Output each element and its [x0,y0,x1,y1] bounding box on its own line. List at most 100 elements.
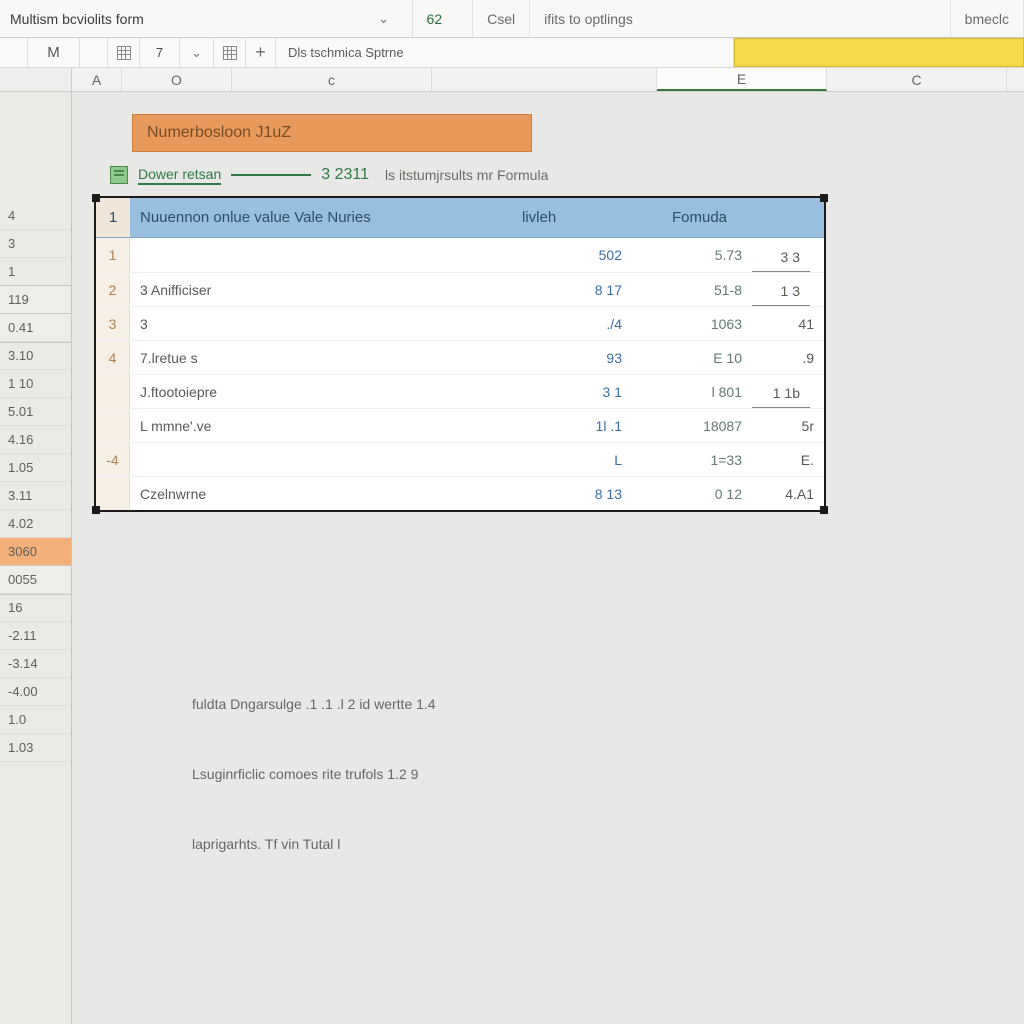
subsection-value: 3 2311 [321,166,369,184]
cell-value-c[interactable]: 8 13 [512,477,632,510]
name-box[interactable]: M [28,38,80,67]
cell-formula[interactable]: 5r [752,409,824,442]
cell-label[interactable] [130,238,512,272]
cell-index[interactable]: 3 [96,307,130,340]
formula-dropdown[interactable]: ⌄ [180,38,214,67]
col-header-A[interactable]: A [72,68,122,91]
cell-formula[interactable]: 4.A1 [752,477,824,510]
row-header[interactable]: 4.02 [0,510,71,538]
table-row[interactable]: -4 L1=33E. [96,442,824,476]
row-header[interactable]: 0.41 [0,314,71,342]
row-header[interactable]: 119 [0,286,71,314]
col-header-O[interactable]: O [122,68,232,91]
formula-bar: M 7 ⌄ + Dls tschmica Sptrne [0,38,1024,68]
cell-index[interactable] [96,409,130,442]
row-header[interactable]: 1.0 [0,706,71,734]
th-value[interactable]: livleh [512,198,662,237]
row-header[interactable]: -2.11 [0,622,71,650]
table-row[interactable]: Czelnwrne8 130 124.A1 [96,476,824,510]
row-header[interactable]: 5.01 [0,398,71,426]
history-button[interactable] [108,38,140,67]
cell-label[interactable]: 3 Anifficiser [130,273,512,306]
row-header[interactable]: -3.14 [0,650,71,678]
col-header-c[interactable]: c [232,68,432,91]
cell-value-d[interactable]: 1063 [632,307,752,340]
cell-label[interactable]: 3 [130,307,512,340]
cell-value-d[interactable]: 5.73 [632,238,752,272]
row-header[interactable]: 4 [0,202,71,230]
cell-value-c[interactable]: 93 [512,341,632,374]
table-row[interactable]: 47.lretue s93E 10.9 [96,340,824,374]
cell-value-c[interactable]: 1l .1 [512,409,632,442]
resize-handle-tr[interactable] [820,194,828,202]
resize-handle-tl[interactable] [92,194,100,202]
titlebar-csel[interactable]: Csel [473,0,530,37]
cell-value-d[interactable]: 51-8 [632,273,752,306]
th-formula[interactable]: Fomuda [662,198,824,237]
selected-table[interactable]: 1 Nuuennon onlue value Vale Nuries livle… [94,196,826,512]
row-header[interactable]: 1 [0,258,71,286]
cell-value-c[interactable]: 3 1 [512,375,632,408]
table-row[interactable]: L mmne'.ve1l .1180875r [96,408,824,442]
column-headers: A O c E C [0,68,1024,92]
col-header-blank[interactable] [432,68,657,91]
row-header[interactable]: 1 10 [0,370,71,398]
formula-input[interactable]: Dls tschmica Sptrne [276,38,734,67]
table-button[interactable] [214,38,246,67]
th-index[interactable]: 1 [96,198,130,237]
row-header[interactable]: 3 [0,230,71,258]
cell-index[interactable] [96,375,130,408]
row-header[interactable]: 16 [0,594,71,622]
cell-value-d[interactable]: 18087 [632,409,752,442]
cell-label[interactable]: J.ftootoiepre [130,375,512,408]
cell-value-c[interactable]: L [512,443,632,476]
cell-label[interactable] [130,443,512,476]
row-gutter-head[interactable] [0,68,72,91]
cell-formula[interactable]: 41 [752,307,824,340]
cell-formula[interactable]: .9 [752,341,824,374]
chevron-down-icon[interactable]: ⌄ [378,10,390,27]
cell-value-c[interactable]: ./4 [512,307,632,340]
row-header[interactable]: 4.16 [0,426,71,454]
cell-value-c[interactable]: 8 17 [512,273,632,306]
row-header[interactable]: 1.05 [0,454,71,482]
cell-index[interactable]: 2 [96,273,130,306]
doc-name-box[interactable]: Multism bcviolits form ⌄ [0,0,413,37]
row-header[interactable]: 3.11 [0,482,71,510]
cell-formula[interactable]: 1 1b [752,381,810,408]
col-header-C[interactable]: C [827,68,1007,91]
cell-label[interactable]: L mmne'.ve [130,409,512,442]
cell-formula[interactable]: 1 3 [752,279,810,306]
table-row[interactable]: 1 5025.733 3 [96,238,824,272]
table-row[interactable]: J.ftootoiepre3 1l 8011 1b [96,374,824,408]
cell-formula[interactable]: E. [752,443,824,476]
cell-index[interactable]: -4 [96,443,130,476]
row-header[interactable]: 1.03 [0,734,71,762]
cell-value-d[interactable]: 1=33 [632,443,752,476]
sheet-canvas[interactable]: Numerbosloon J1uZ Dower retsan 3 2311 ls… [72,92,1024,1024]
cell-value-d[interactable]: l 801 [632,375,752,408]
row-header[interactable]: 0055 [0,566,71,594]
cell-value-d[interactable]: E 10 [632,341,752,374]
select-all-corner[interactable] [0,38,28,67]
cell-index[interactable]: 4 [96,341,130,374]
table-row[interactable]: 33./4106341 [96,306,824,340]
col-header-E[interactable]: E [657,68,827,91]
add-button[interactable]: + [246,38,276,67]
row-header[interactable]: -4.00 [0,678,71,706]
row-header-highlight[interactable]: 3060 [0,538,71,566]
cell-index[interactable]: 1 [96,238,130,272]
formula-num[interactable]: 7 [140,38,180,67]
cell-index[interactable] [96,477,130,510]
cell-value-c[interactable]: 502 [512,238,632,272]
resize-handle-br[interactable] [820,506,828,514]
row-header[interactable]: 3.10 [0,342,71,370]
cell-value-d[interactable]: 0 12 [632,477,752,510]
titlebar-number[interactable]: 62 [413,0,474,37]
table-row[interactable]: 23 Anifficiser8 1751-81 3 [96,272,824,306]
cell-label[interactable]: Czelnwrne [130,477,512,510]
cell-formula[interactable]: 3 3 [752,244,810,272]
resize-handle-bl[interactable] [92,506,100,514]
cell-label[interactable]: 7.lretue s [130,341,512,374]
th-label[interactable]: Nuuennon onlue value Vale Nuries [130,198,512,237]
